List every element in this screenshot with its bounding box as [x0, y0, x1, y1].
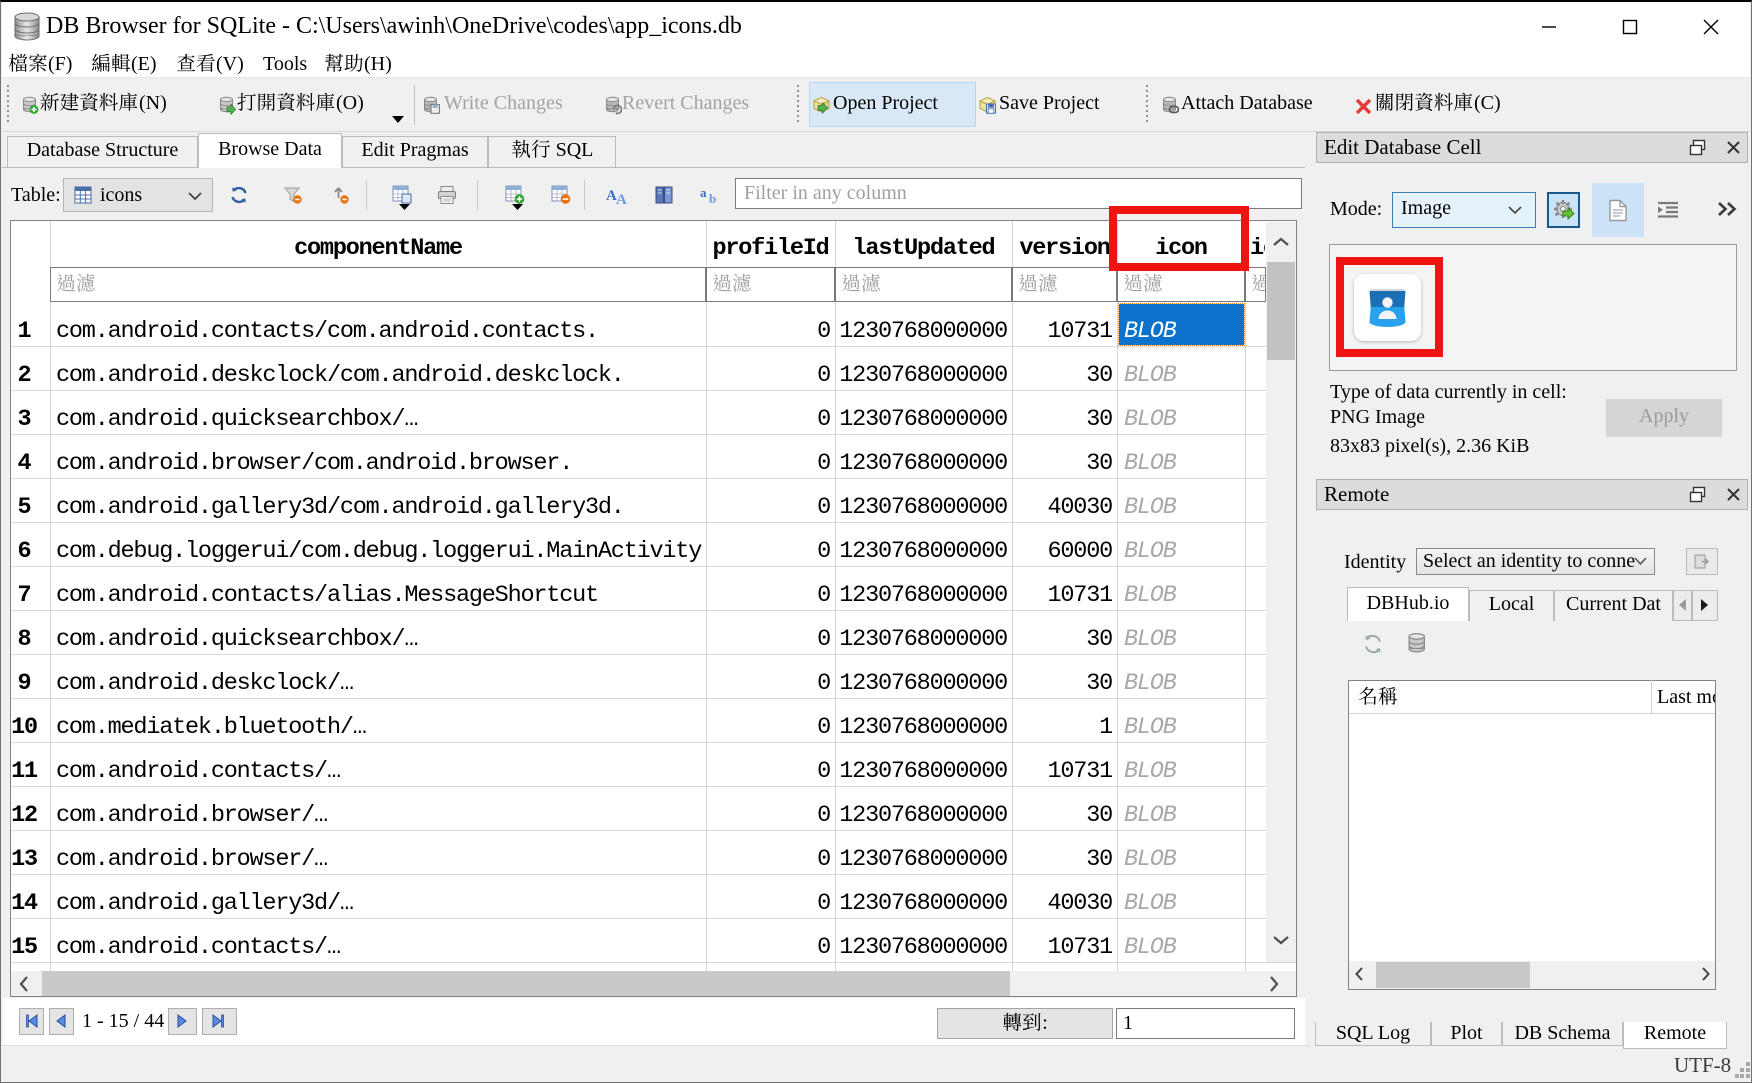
svg-text:A: A [616, 192, 627, 205]
svg-text:a: a [700, 185, 707, 200]
svg-text:b: b [709, 191, 716, 205]
